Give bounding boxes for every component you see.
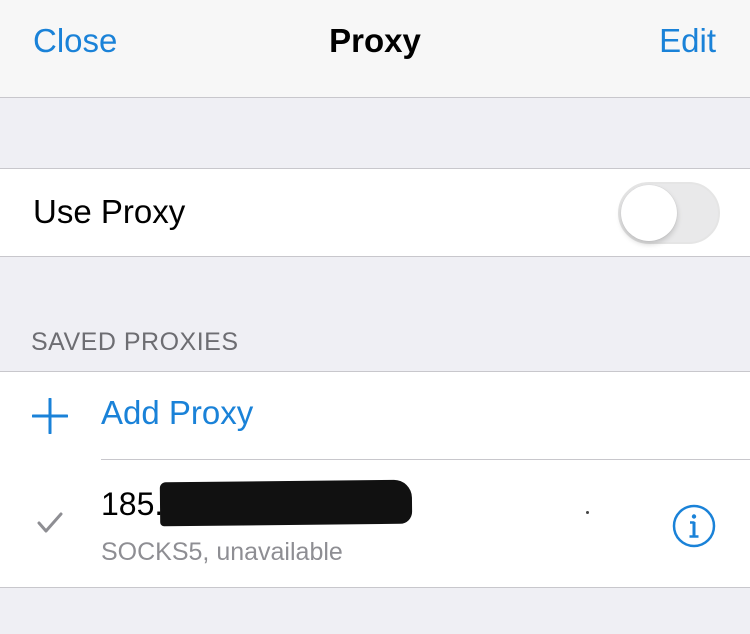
use-proxy-row: Use Proxy	[0, 168, 750, 257]
redaction-mark	[159, 479, 413, 527]
add-proxy-button[interactable]: Add Proxy	[0, 372, 750, 460]
saved-proxies-list: Add Proxy 185.6 SOCKS5, unavailable	[0, 371, 750, 588]
page-title: Proxy	[329, 22, 421, 59]
navigation-bar: Close Proxy Edit	[0, 0, 750, 98]
toggle-knob	[621, 185, 677, 241]
edit-button[interactable]: Edit	[659, 22, 716, 60]
add-proxy-label: Add Proxy	[101, 394, 254, 431]
use-proxy-toggle[interactable]	[618, 182, 720, 244]
speck	[586, 511, 589, 514]
proxy-status: SOCKS5, unavailable	[101, 538, 343, 566]
proxy-list-item[interactable]: 185.6 SOCKS5, unavailable	[0, 460, 750, 588]
info-icon[interactable]	[672, 504, 716, 548]
use-proxy-label: Use Proxy	[33, 193, 186, 230]
plus-icon	[32, 398, 68, 434]
checkmark-icon	[37, 512, 63, 533]
saved-proxies-header: SAVED PROXIES	[31, 328, 239, 356]
